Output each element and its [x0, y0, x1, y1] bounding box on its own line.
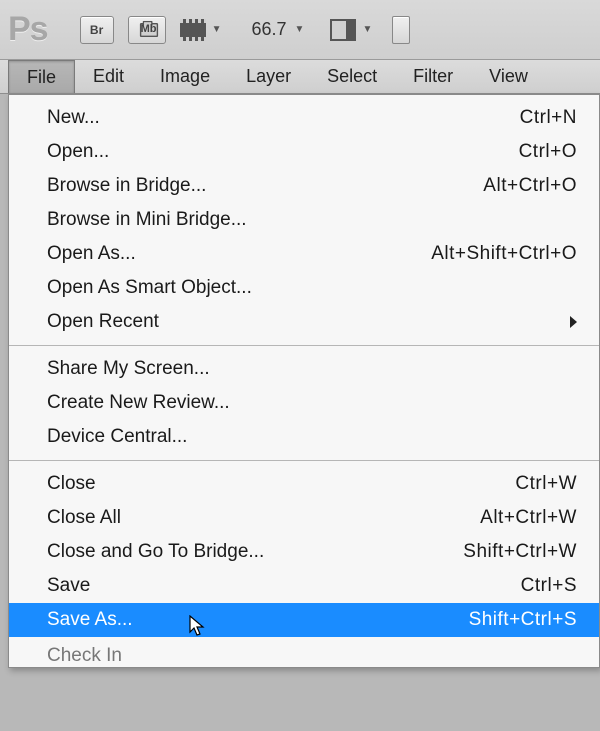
layout-icon	[330, 19, 356, 41]
menu-new[interactable]: New...Ctrl+N	[9, 101, 599, 135]
menubar: File Edit Image Layer Select Filter View	[0, 60, 600, 94]
menu-open-as[interactable]: Open As...Alt+Shift+Ctrl+O	[9, 237, 599, 271]
chevron-down-icon: ▼	[295, 24, 305, 35]
menu-open-smart-object[interactable]: Open As Smart Object...	[9, 271, 599, 305]
photoshop-logo-icon: Ps	[8, 10, 48, 49]
menu-share-screen[interactable]: Share My Screen...	[9, 352, 599, 386]
menu-image[interactable]: Image	[142, 60, 228, 93]
menu-save-as[interactable]: Save As...Shift+Ctrl+S	[9, 603, 599, 637]
menu-browse-mini-bridge[interactable]: Browse in Mini Bridge...	[9, 203, 599, 237]
extra-button[interactable]	[392, 16, 410, 44]
chevron-right-icon	[570, 316, 577, 328]
filmstrip-icon	[180, 19, 206, 41]
menu-check-in[interactable]: Check In	[9, 643, 599, 667]
zoom-level[interactable]: 66.7 ▼	[252, 19, 305, 40]
menu-close[interactable]: CloseCtrl+W	[9, 467, 599, 501]
menu-open-recent[interactable]: Open Recent	[9, 305, 599, 339]
menu-filter[interactable]: Filter	[395, 60, 471, 93]
zoom-value: 66.7	[252, 19, 287, 40]
menu-edit[interactable]: Edit	[75, 60, 142, 93]
menu-select[interactable]: Select	[309, 60, 395, 93]
file-dropdown: New...Ctrl+N Open...Ctrl+O Browse in Bri…	[8, 94, 600, 668]
screen-mode-button[interactable]: ▼	[180, 19, 222, 41]
menu-close-bridge[interactable]: Close and Go To Bridge...Shift+Ctrl+W	[9, 535, 599, 569]
menu-file[interactable]: File	[8, 60, 75, 93]
menu-close-all[interactable]: Close AllAlt+Ctrl+W	[9, 501, 599, 535]
menu-open[interactable]: Open...Ctrl+O	[9, 135, 599, 169]
menu-view[interactable]: View	[471, 60, 546, 93]
menu-browse-bridge[interactable]: Browse in Bridge...Alt+Ctrl+O	[9, 169, 599, 203]
app-toolbar: Ps Br Mb ▼ 66.7 ▼ ▼	[0, 0, 600, 60]
chevron-down-icon: ▼	[212, 24, 222, 35]
minibridge-label: Mb	[141, 23, 157, 35]
menu-save[interactable]: SaveCtrl+S	[9, 569, 599, 603]
chevron-down-icon: ▼	[362, 24, 372, 35]
bridge-button[interactable]: Br	[80, 16, 114, 44]
arrange-button[interactable]: ▼	[330, 19, 372, 41]
menu-create-review[interactable]: Create New Review...	[9, 386, 599, 420]
menu-layer[interactable]: Layer	[228, 60, 309, 93]
menu-device-central[interactable]: Device Central...	[9, 420, 599, 454]
bridge-label: Br	[90, 23, 103, 37]
minibridge-button[interactable]: Mb	[128, 16, 166, 44]
